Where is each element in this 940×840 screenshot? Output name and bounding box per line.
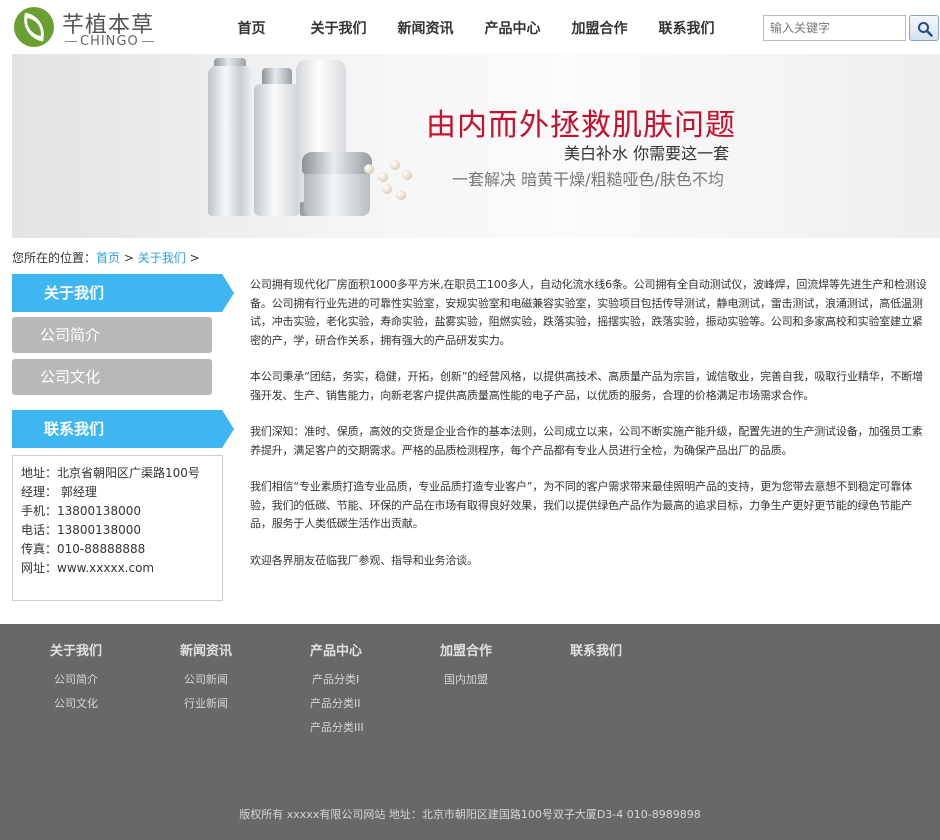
logo[interactable]: 芊植本草 CHINGO <box>12 3 162 51</box>
product-pump-bottle-image <box>254 84 300 216</box>
contact-phone: 电话：13800138000 <box>21 523 141 537</box>
breadcrumb-separator: > <box>123 251 134 265</box>
footer-column-about: 关于我们 公司简介 公司文化 <box>50 644 170 716</box>
banner-subtitle: 美白补水 你需要这一套 <box>564 144 730 163</box>
footer-column-title: 联系我们 <box>570 644 623 659</box>
about-paragraph: 我们深知：准时、保质，高效的交货是企业合作的基本法则，公司成立以来，公司不断实施… <box>250 425 923 457</box>
breadcrumb-home-link[interactable]: 首页 <box>96 251 120 265</box>
nav-item-products[interactable]: 产品中心 <box>469 0 556 54</box>
pearl-decoration <box>396 190 406 200</box>
contact-info-box: 地址：北京省朝阳区广渠路100号 经理： 郭经理 手机：13800138000 … <box>12 455 223 601</box>
banner-title: 由内而外拯救肌肤问题 <box>426 108 736 143</box>
footer-link[interactable]: 产品分类II <box>310 692 430 716</box>
nav-item-about[interactable]: 关于我们 <box>295 0 382 54</box>
hero-banner: 由内而外拯救肌肤问题 美白补水 你需要这一套 一套解决 暗黄干燥/粗糙哑色/肤色… <box>12 54 940 238</box>
header: 芊植本草 CHINGO 首页 关于我们 新闻资讯 产品中心 加盟合作 联系我们 <box>0 0 940 54</box>
contact-website: 网址：www.xxxxx.com <box>21 561 155 575</box>
footer-link[interactable]: 产品分类I <box>310 668 430 692</box>
breadcrumb: 您所在的位置：首页 > 关于我们 > <box>12 249 200 266</box>
nav-item-franchise[interactable]: 加盟合作 <box>556 0 643 54</box>
product-jar-lid-image <box>302 152 372 174</box>
pearl-decoration <box>402 170 412 180</box>
footer-column-franchise: 加盟合作 国内加盟 <box>440 644 560 692</box>
about-paragraph: 我们相信“专业素质打造专业品质，专业品质打造专业客户”，为不同的客户需求带来最佳… <box>250 480 913 530</box>
footer-column-contact: 联系我们 <box>570 644 690 668</box>
main-nav: 首页 关于我们 新闻资讯 产品中心 加盟合作 联系我们 <box>208 0 730 54</box>
leaf-logo-icon <box>14 7 54 47</box>
footer-column-products: 产品中心 产品分类I 产品分类II 产品分类III <box>310 644 430 740</box>
pearl-decoration <box>382 184 392 194</box>
footer-column-title: 产品中心 <box>310 644 363 659</box>
pearl-decoration <box>378 172 388 182</box>
breadcrumb-prefix: 您所在的位置： <box>12 251 97 265</box>
footer: 关于我们 公司简介 公司文化 新闻资讯 公司新闻 行业新闻 产品中心 产品分类I… <box>0 624 940 840</box>
about-paragraph: 本公司秉承“团结，务实，稳健，开拓，创新”的经营风格，以提供高技术、高质量产品为… <box>250 370 923 402</box>
logo-name-en: CHINGO <box>62 34 157 49</box>
footer-column-title: 新闻资讯 <box>180 644 233 659</box>
sidebar-item-company-culture[interactable]: 公司文化 <box>12 359 212 395</box>
search-icon <box>918 22 933 37</box>
search-bar <box>763 15 939 41</box>
footer-column-news: 新闻资讯 公司新闻 行业新闻 <box>180 644 300 716</box>
nav-item-home[interactable]: 首页 <box>208 0 295 54</box>
footer-link[interactable]: 公司新闻 <box>180 668 300 692</box>
copyright-text: 版权所有 xxxxx有限公司网站 地址：北京市朝阳区建国路100号双子大厦D3-… <box>239 808 701 821</box>
banner-tagline: 一套解决 暗黄干燥/粗糙哑色/肤色不均 <box>452 170 724 189</box>
contact-manager: 经理： 郭经理 <box>21 485 97 499</box>
contact-address: 地址：北京省朝阳区广渠路100号 <box>21 466 200 480</box>
sidebar-item-company-profile[interactable]: 公司简介 <box>12 317 212 353</box>
footer-link[interactable]: 产品分类III <box>310 716 430 740</box>
footer-link[interactable]: 国内加盟 <box>440 668 560 692</box>
about-content: 公司拥有现代化厂房面积1000多平方米,在职员工100多人，自动化流水线6条。公… <box>250 276 932 588</box>
breadcrumb-separator: > <box>189 251 200 265</box>
contact-fax: 传真：010-88888888 <box>21 542 146 556</box>
contact-mobile: 手机：13800138000 <box>21 504 141 518</box>
about-paragraph: 公司拥有现代化厂房面积1000多平方米,在职员工100多人，自动化流水线6条。公… <box>250 278 927 347</box>
footer-column-title: 关于我们 <box>50 644 103 659</box>
product-bottle-image <box>208 66 252 216</box>
footer-link[interactable]: 行业新闻 <box>180 692 300 716</box>
search-button[interactable] <box>909 15 939 41</box>
nav-item-contact[interactable]: 联系我们 <box>643 0 730 54</box>
footer-column-title: 加盟合作 <box>440 644 493 659</box>
footer-link[interactable]: 公司简介 <box>50 668 170 692</box>
footer-link[interactable]: 公司文化 <box>50 692 170 716</box>
breadcrumb-current-link[interactable]: 关于我们 <box>138 251 186 265</box>
nav-item-news[interactable]: 新闻资讯 <box>382 0 469 54</box>
sidebar-contact-heading: 联系我们 <box>12 410 234 448</box>
sidebar-about-heading: 关于我们 <box>12 274 234 312</box>
search-input[interactable] <box>763 15 906 41</box>
pearl-decoration <box>390 160 400 170</box>
about-paragraph: 欢迎各界朋友莅临我厂参观、指导和业务洽谈。 <box>250 553 478 567</box>
pearl-decoration <box>364 164 374 174</box>
